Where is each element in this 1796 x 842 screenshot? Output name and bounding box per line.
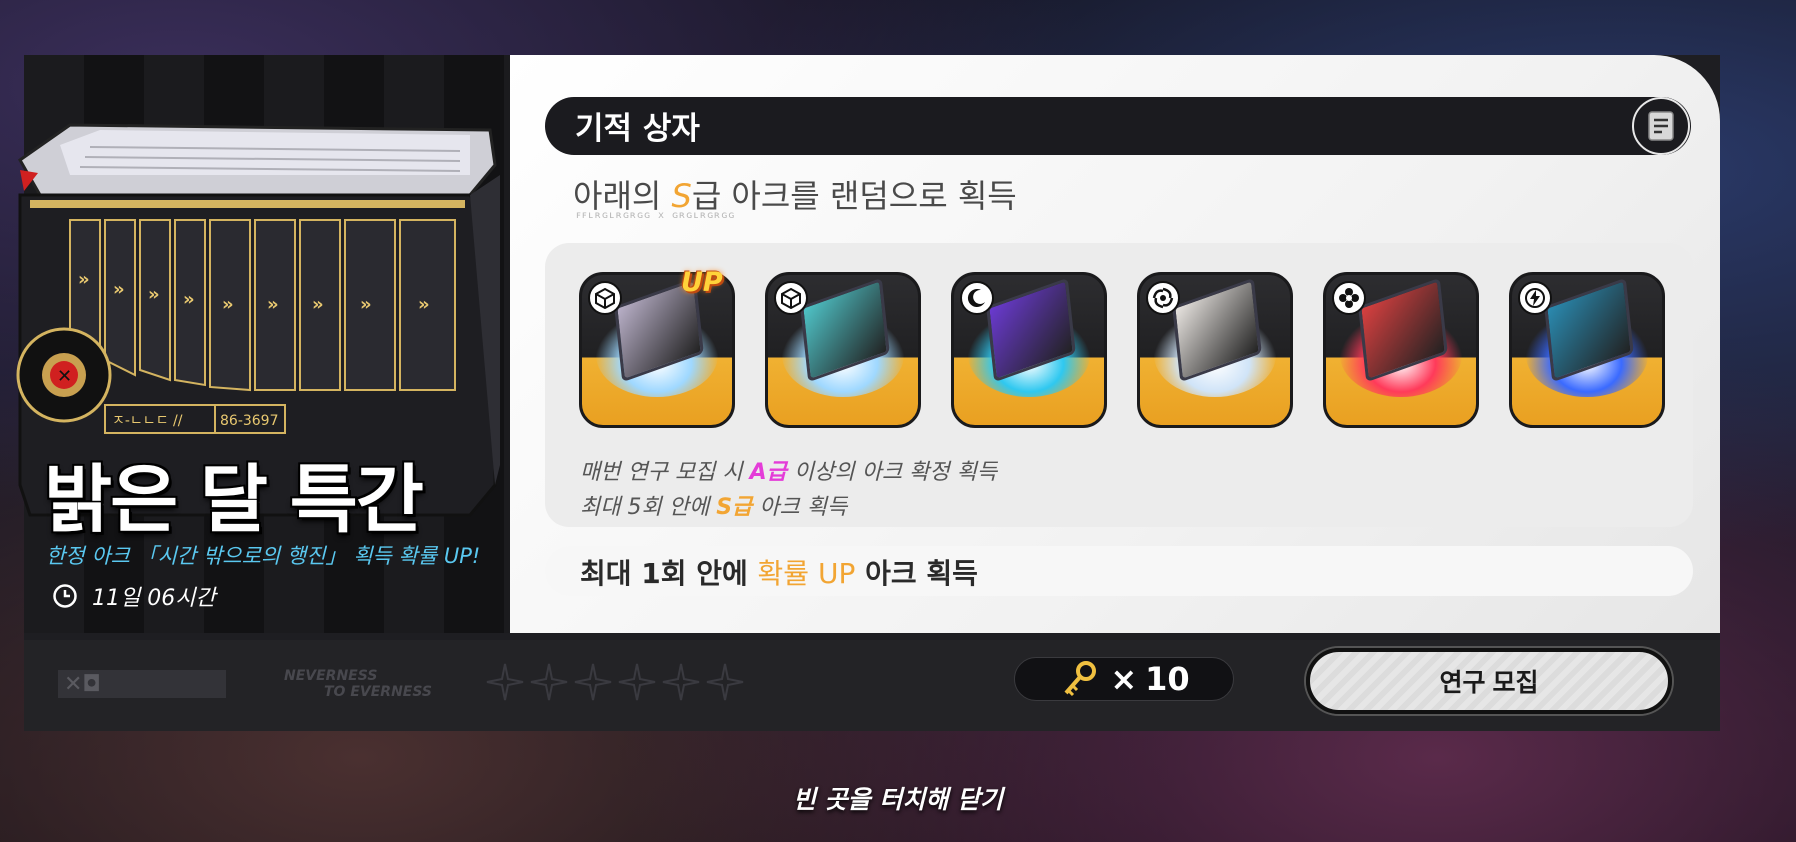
arc-item-4[interactable] xyxy=(1137,272,1293,428)
svg-text:»: » xyxy=(267,294,279,315)
promo-timer: 11일 06시간 xyxy=(52,580,216,612)
promo-title: 밝은 달 특간 xyxy=(44,457,424,543)
svg-text:»: » xyxy=(312,294,324,315)
cost-value: 10 xyxy=(1145,660,1190,698)
cube-icon xyxy=(774,281,808,315)
tag-box: ✕◘ xyxy=(58,670,226,698)
arc-item-3[interactable] xyxy=(951,272,1107,428)
key-icon xyxy=(1064,661,1097,697)
moon-icon xyxy=(960,281,994,315)
promo-subtitle: 한정 아크 「시간 밖으로의 행진」 획득 확률 UP! xyxy=(46,544,481,568)
star-icon xyxy=(662,663,700,701)
star-icon xyxy=(574,663,612,701)
details-button[interactable] xyxy=(1632,97,1690,155)
svg-text:»: » xyxy=(360,294,372,315)
svg-text:»: » xyxy=(113,279,125,300)
svg-text:»: » xyxy=(78,269,90,290)
item-list xyxy=(579,272,1665,428)
crate-label-2: 86-3697 xyxy=(220,413,279,429)
svg-text:»: » xyxy=(183,289,195,310)
subtitle-suffix: 급 아크를 랜덤으로 획득 xyxy=(691,177,1017,215)
star-icon xyxy=(706,663,744,701)
decorative-code: ꜰꜰʟʀɢʟʀɢʀɢɢ x ɢʀɢʟʀɢʀɢɢ xyxy=(576,210,736,221)
arc-item-2[interactable] xyxy=(765,272,921,428)
document-icon xyxy=(1648,111,1674,141)
box-title: 기적 상자 xyxy=(575,111,700,147)
arc-item-5[interactable] xyxy=(1323,272,1479,428)
rule-line-1: 매번 연구 모집 시 A급 이상의 아크 확정 획득 xyxy=(580,460,998,485)
up-badge: UP xyxy=(681,267,723,298)
brand-line-1: NEVERNESS xyxy=(284,668,378,684)
svg-text:»: » xyxy=(148,284,160,305)
rules-text: 매번 연구 모집 시 A급 이상의 아크 확정 획득 최대 5회 안에 S급 아… xyxy=(580,455,997,525)
svg-text:»: » xyxy=(222,294,234,315)
pity-text: 최대 1회 안에 확률 UP 아크 획득 xyxy=(580,557,978,590)
recruit-button[interactable]: 연구 모집 xyxy=(1306,648,1672,714)
cost-display: × 10 xyxy=(1014,657,1234,701)
cost-prefix: × xyxy=(1110,660,1138,698)
clock-icon xyxy=(53,584,77,608)
lightning-icon xyxy=(1518,281,1552,315)
timer-text: 11일 06시간 xyxy=(92,586,216,611)
rule-line-2: 최대 5회 안에 S급 아크 획득 xyxy=(580,495,848,520)
star-decoration xyxy=(485,662,745,702)
brand-line-2: TO EVERNESS xyxy=(324,684,433,700)
flower-icon xyxy=(1332,281,1366,315)
star-icon xyxy=(486,663,524,701)
star-icon xyxy=(618,663,656,701)
arc-item-6[interactable] xyxy=(1509,272,1665,428)
star-icon xyxy=(530,663,568,701)
cube-icon xyxy=(588,281,622,315)
title-bar xyxy=(545,97,1691,155)
vortex-icon xyxy=(1146,281,1180,315)
svg-text:✕: ✕ xyxy=(57,366,72,387)
crate-label-1: ㅈ-ㄴㄴㄷ // xyxy=(112,413,183,429)
brand-logo: NEVERNESS TO EVERNESS xyxy=(284,668,432,700)
close-hint[interactable]: 빈 곳을 터치해 닫기 xyxy=(0,780,1796,816)
svg-text:»: » xyxy=(418,294,430,315)
